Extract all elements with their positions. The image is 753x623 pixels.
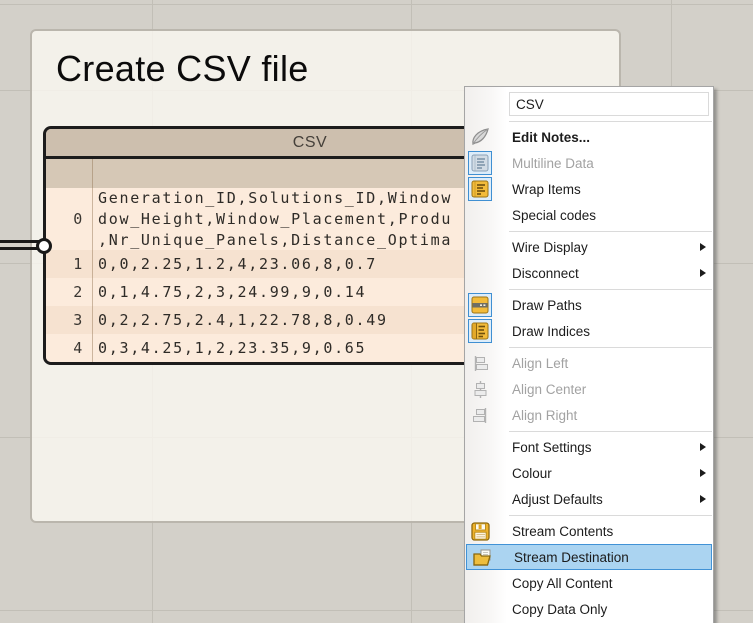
- menu-item-copy-data-only[interactable]: Copy Data Only: [465, 596, 713, 622]
- wrap-items-icon: [468, 177, 492, 201]
- row-index: 1: [46, 250, 93, 278]
- menu-item-stream-contents[interactable]: Stream Contents: [465, 518, 713, 544]
- menu-separator: [509, 346, 712, 348]
- submenu-arrow-icon: [700, 243, 706, 251]
- context-menu: Edit Notes... Multiline Data Wrap Items …: [464, 86, 714, 623]
- menu-item-adjust-defaults[interactable]: Adjust Defaults: [465, 486, 713, 512]
- draw-paths-icon: [468, 293, 492, 317]
- grid-line: [0, 4, 753, 5]
- submenu-arrow-icon: [700, 495, 706, 503]
- row-text: 0,2,2.75,2.4,1,22.78,8,0.49: [98, 311, 388, 329]
- row-index: 4: [46, 334, 93, 362]
- save-icon: [468, 519, 492, 543]
- menu-separator: [509, 230, 712, 232]
- menu-separator: [509, 121, 712, 122]
- wire: [0, 240, 41, 243]
- submenu-arrow-icon: [700, 269, 706, 277]
- menu-item-disconnect[interactable]: Disconnect: [465, 260, 713, 286]
- nickname-input[interactable]: [509, 92, 709, 116]
- draw-indices-icon: [468, 319, 492, 343]
- submenu-arrow-icon: [700, 443, 706, 451]
- menu-item-copy-all-content[interactable]: Copy All Content: [465, 570, 713, 596]
- menu-item-draw-paths[interactable]: Draw Paths: [465, 292, 713, 318]
- menu-separator: [509, 288, 712, 290]
- menu-item-align-right[interactable]: Align Right: [465, 402, 713, 428]
- menu-item-colour[interactable]: Colour: [465, 460, 713, 486]
- menu-separator: [509, 514, 712, 516]
- panel-input-grip[interactable]: [36, 238, 52, 254]
- panel-title: CSV: [292, 133, 328, 151]
- row-index: 0: [46, 188, 93, 250]
- align-right-icon: [468, 403, 492, 427]
- menu-separator: [509, 430, 712, 432]
- row-text: 0,1,4.75,2,3,24.99,9,0.14: [98, 283, 367, 301]
- submenu-arrow-icon: [700, 469, 706, 477]
- menu-item-font-settings[interactable]: Font Settings: [465, 434, 713, 460]
- menu-item-draw-indices[interactable]: Draw Indices: [465, 318, 713, 344]
- pen-icon: [468, 125, 492, 149]
- row-text: 0,3,4.25,1,2,23.35,9,0.65: [98, 339, 367, 357]
- nickname-row: [465, 89, 713, 119]
- grasshopper-canvas: Create CSV file CSV 0 Generation_ID,Solu…: [0, 0, 753, 623]
- wire: [0, 247, 41, 250]
- row-index: 3: [46, 306, 93, 334]
- menu-item-wrap-items[interactable]: Wrap Items: [465, 176, 713, 202]
- menu-item-align-left[interactable]: Align Left: [465, 350, 713, 376]
- multiline-data-icon: [468, 151, 492, 175]
- align-left-icon: [468, 351, 492, 375]
- row-index: 2: [46, 278, 93, 306]
- row-text: 0,0,2.25,1.2,4,23.06,8,0.7: [98, 255, 377, 273]
- menu-item-wire-display[interactable]: Wire Display: [465, 234, 713, 260]
- row-text: Generation_ID,Solutions_ID,Window dow_He…: [98, 188, 453, 249]
- group-title: Create CSV file: [56, 48, 309, 89]
- align-center-icon: [468, 377, 492, 401]
- menu-item-special-codes[interactable]: Special codes: [465, 202, 713, 228]
- open-folder-icon: [470, 545, 494, 569]
- menu-item-align-center[interactable]: Align Center: [465, 376, 713, 402]
- menu-item-multiline-data[interactable]: Multiline Data: [465, 150, 713, 176]
- menu-item-stream-destination[interactable]: Stream Destination: [466, 544, 712, 570]
- menu-item-edit-notes[interactable]: Edit Notes...: [465, 124, 713, 150]
